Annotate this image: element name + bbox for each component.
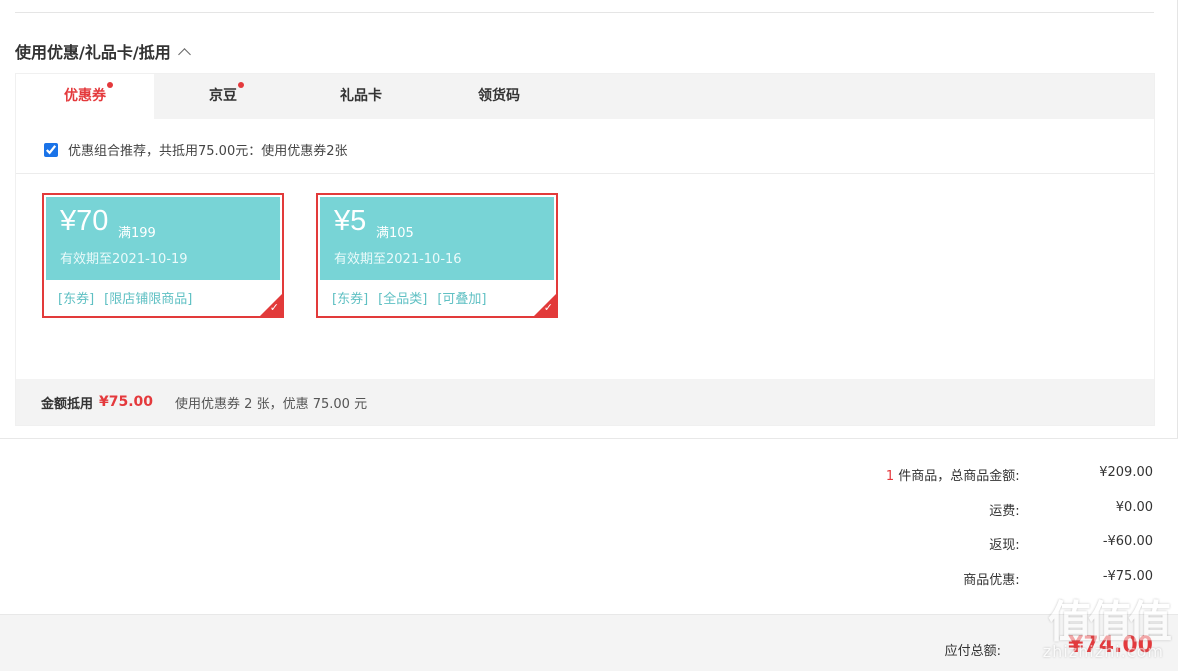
discount-summary: 金额抵用 ¥75.00 使用优惠券 2 张，优惠 75.00 元 [16, 379, 1154, 425]
coupon-condition: 满199 [118, 226, 156, 241]
tab-coupons[interactable]: 优惠券 [16, 74, 154, 119]
coupon-tag: [限店铺限商品] [104, 292, 193, 307]
coupon-face: ¥70 满199 有效期至2021-10-19 [46, 197, 280, 280]
recommend-text: 优惠组合推荐，共抵用75.00元：使用优惠券2张 [68, 144, 348, 159]
coupon-card[interactable]: ¥70 满199 有效期至2021-10-19 [东券] [限店铺限商品] ✓ [42, 193, 284, 318]
shipping-label: 运费: [989, 503, 1020, 519]
coupon-tags: [东券] [全品类] [可叠加] [332, 288, 486, 307]
tab-label: 礼品卡 [340, 88, 382, 104]
coupon-card[interactable]: ¥5 满105 有效期至2021-10-16 [东券] [全品类] [可叠加] … [316, 193, 558, 318]
coupon-tag: [可叠加] [437, 292, 487, 307]
coupon-condition: 满105 [376, 226, 414, 241]
items-value: ¥209.00 [1099, 465, 1153, 480]
top-divider [15, 12, 1154, 13]
tab-bar: 优惠券 京豆 礼品卡 领货码 [16, 74, 1154, 119]
payable-bar: 应付总额: ¥74.00 [0, 614, 1178, 671]
check-icon: ✓ [269, 301, 279, 314]
notification-dot-icon [107, 82, 113, 88]
coupon-amount: ¥5 [334, 205, 367, 237]
coupon-expiry: 有效期至2021-10-19 [60, 252, 188, 267]
order-totals: 1 件商品，总商品金额: ¥209.00 运费: ¥0.00 返现: -¥60.… [753, 465, 1153, 603]
tab-label: 领货码 [478, 88, 520, 104]
tab-gift-card[interactable]: 礼品卡 [292, 74, 430, 119]
discount-label: 商品优惠: [963, 572, 1020, 588]
tab-label: 优惠券 [64, 88, 106, 104]
watermark-url: zhizhizhi.com [1042, 642, 1164, 661]
total-row-items: 1 件商品，总商品金额: ¥209.00 [753, 465, 1153, 500]
watermark-logo: 值值值 [1048, 597, 1172, 648]
coupon-expiry: 有效期至2021-10-16 [334, 252, 462, 267]
coupon-amount: ¥70 [60, 205, 109, 237]
shipping-value: ¥0.00 [1115, 499, 1153, 515]
rebate-value: -¥60.00 [1102, 534, 1153, 550]
recommend-option[interactable]: 优惠组合推荐，共抵用75.00元：使用优惠券2张 [44, 140, 348, 159]
recommend-checkbox[interactable] [44, 142, 58, 157]
coupon-tags: [东券] [限店铺限商品] [58, 288, 192, 307]
items-label: 1 件商品，总商品金额: [753, 465, 1020, 500]
chevron-up-icon[interactable] [177, 47, 191, 61]
coupon-tag: [东券] [58, 292, 95, 307]
total-row-shipping: 运费: ¥0.00 [753, 500, 1153, 535]
tab-jingdou[interactable]: 京豆 [154, 74, 292, 119]
coupon-tag: [东券] [332, 292, 369, 307]
payable-label: 应付总额: [944, 644, 1001, 659]
watermark: 值值值 zhizhizhi.com [1018, 586, 1172, 671]
coupon-face: ¥5 满105 有效期至2021-10-16 [320, 197, 554, 280]
summary-description: 使用优惠券 2 张，优惠 75.00 元 [175, 396, 368, 412]
notification-dot-icon [238, 82, 244, 88]
summary-amount: ¥75.00 [99, 394, 154, 410]
total-row-rebate: 返现: -¥60.00 [753, 534, 1153, 569]
rebate-label: 返现: [989, 538, 1020, 554]
section-header[interactable]: 使用优惠/礼品卡/抵用 [15, 39, 191, 63]
coupon-tag: [全品类] [378, 292, 428, 307]
section-title: 使用优惠/礼品卡/抵用 [15, 43, 171, 62]
items-label-text: 件商品，总商品金额: [894, 469, 1020, 484]
summary-label: 金额抵用 [41, 396, 94, 412]
check-icon: ✓ [543, 301, 553, 314]
divider [16, 173, 1154, 174]
divider [0, 438, 1178, 439]
tab-redeem-code[interactable]: 领货码 [430, 74, 568, 119]
items-count: 1 [885, 469, 895, 484]
tab-label: 京豆 [209, 88, 237, 104]
discount-panel: 优惠券 京豆 礼品卡 领货码 优惠组合推荐，共抵用75.00元：使用优惠券2张 … [15, 73, 1155, 426]
